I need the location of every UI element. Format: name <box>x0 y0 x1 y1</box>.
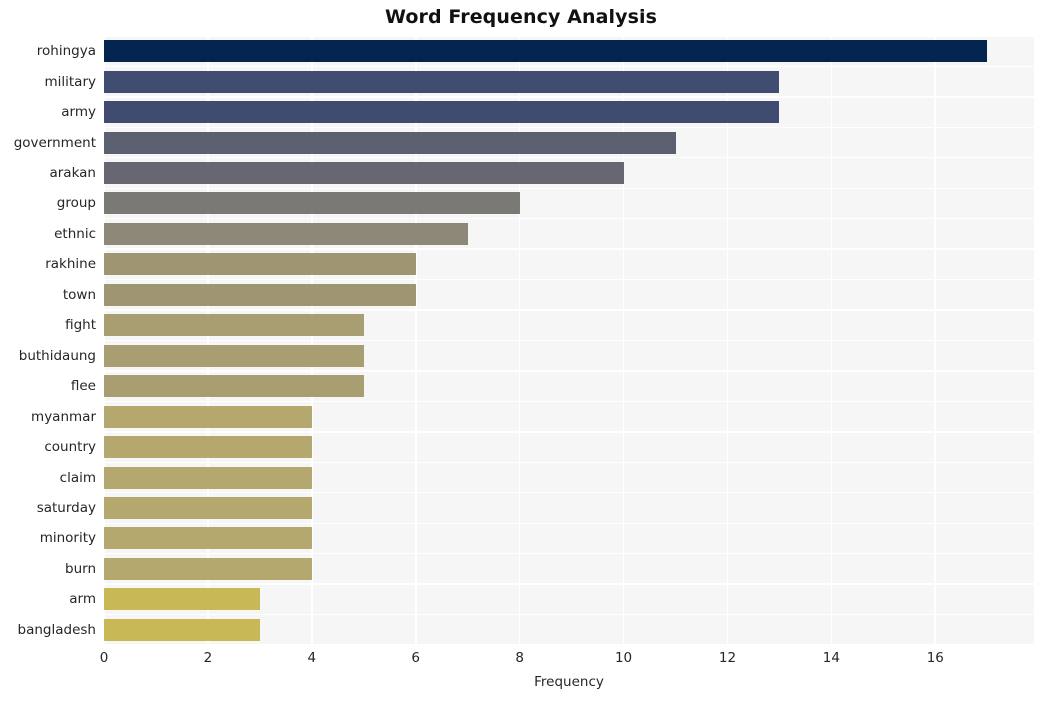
y-gridline <box>104 401 1034 402</box>
y-gridline <box>104 583 1034 584</box>
x-tick-label: 4 <box>282 650 342 666</box>
y-tick-label: fight <box>0 318 96 332</box>
y-tick-label: myanmar <box>0 410 96 424</box>
y-tick-label: country <box>0 440 96 454</box>
y-gridline <box>104 35 1034 36</box>
x-tick-label: 2 <box>178 650 238 666</box>
bar <box>104 527 312 549</box>
bar <box>104 345 364 367</box>
y-tick-label: claim <box>0 471 96 485</box>
x-tick-label: 6 <box>386 650 446 666</box>
x-tick-label: 8 <box>490 650 550 666</box>
y-gridline <box>104 309 1034 310</box>
y-tick-label: bangladesh <box>0 623 96 637</box>
x-tick-label: 0 <box>74 650 134 666</box>
y-gridline <box>104 96 1034 97</box>
y-gridline <box>104 644 1034 645</box>
y-gridline <box>104 127 1034 128</box>
bar <box>104 71 779 93</box>
y-tick-label: town <box>0 288 96 302</box>
y-gridline <box>104 492 1034 493</box>
bar <box>104 406 312 428</box>
y-tick-label: government <box>0 136 96 150</box>
y-gridline <box>104 157 1034 158</box>
y-tick-label: arakan <box>0 166 96 180</box>
bar <box>104 588 260 610</box>
bar <box>104 223 468 245</box>
y-tick-label: army <box>0 105 96 119</box>
bar <box>104 314 364 336</box>
bar <box>104 40 987 62</box>
y-tick-label: buthidaung <box>0 349 96 363</box>
y-tick-label: group <box>0 196 96 210</box>
x-tick-label: 10 <box>594 650 654 666</box>
y-gridline <box>104 279 1034 280</box>
x-tick-label: 14 <box>801 650 861 666</box>
y-tick-label: military <box>0 75 96 89</box>
bar <box>104 619 260 641</box>
y-tick-label: rakhine <box>0 257 96 271</box>
bar <box>104 436 312 458</box>
y-gridline <box>104 340 1034 341</box>
bar <box>104 192 520 214</box>
y-gridline <box>104 218 1034 219</box>
bar <box>104 558 312 580</box>
y-gridline <box>104 523 1034 524</box>
chart-title: Word Frequency Analysis <box>0 6 1042 28</box>
y-gridline <box>104 553 1034 554</box>
x-axis-tick-labels: 0 2 4 6 8 10 12 14 16 <box>0 650 1042 672</box>
bar <box>104 375 364 397</box>
y-gridline <box>104 248 1034 249</box>
bar <box>104 132 676 154</box>
bar <box>104 101 779 123</box>
y-tick-label: rohingya <box>0 44 96 58</box>
y-tick-label: saturday <box>0 501 96 515</box>
x-axis-title: Frequency <box>104 674 1034 690</box>
y-gridline <box>104 370 1034 371</box>
bar <box>104 497 312 519</box>
y-axis-tick-labels: rohingya military army government arakan grou… <box>0 36 96 645</box>
bar <box>104 467 312 489</box>
chart-figure: Word Frequency Analysis rohingya military… <box>0 0 1042 701</box>
x-tick-label: 12 <box>697 650 757 666</box>
bar <box>104 162 624 184</box>
plot-area <box>104 36 1034 645</box>
x-tick-label: 16 <box>905 650 965 666</box>
bar <box>104 284 416 306</box>
y-tick-label: arm <box>0 592 96 606</box>
y-tick-label: burn <box>0 562 96 576</box>
y-tick-label: minority <box>0 531 96 545</box>
y-gridline <box>104 614 1034 615</box>
y-gridline <box>104 188 1034 189</box>
bar <box>104 253 416 275</box>
y-tick-label: ethnic <box>0 227 96 241</box>
y-gridline <box>104 431 1034 432</box>
y-gridline <box>104 462 1034 463</box>
y-gridline <box>104 66 1034 67</box>
y-tick-label: flee <box>0 379 96 393</box>
